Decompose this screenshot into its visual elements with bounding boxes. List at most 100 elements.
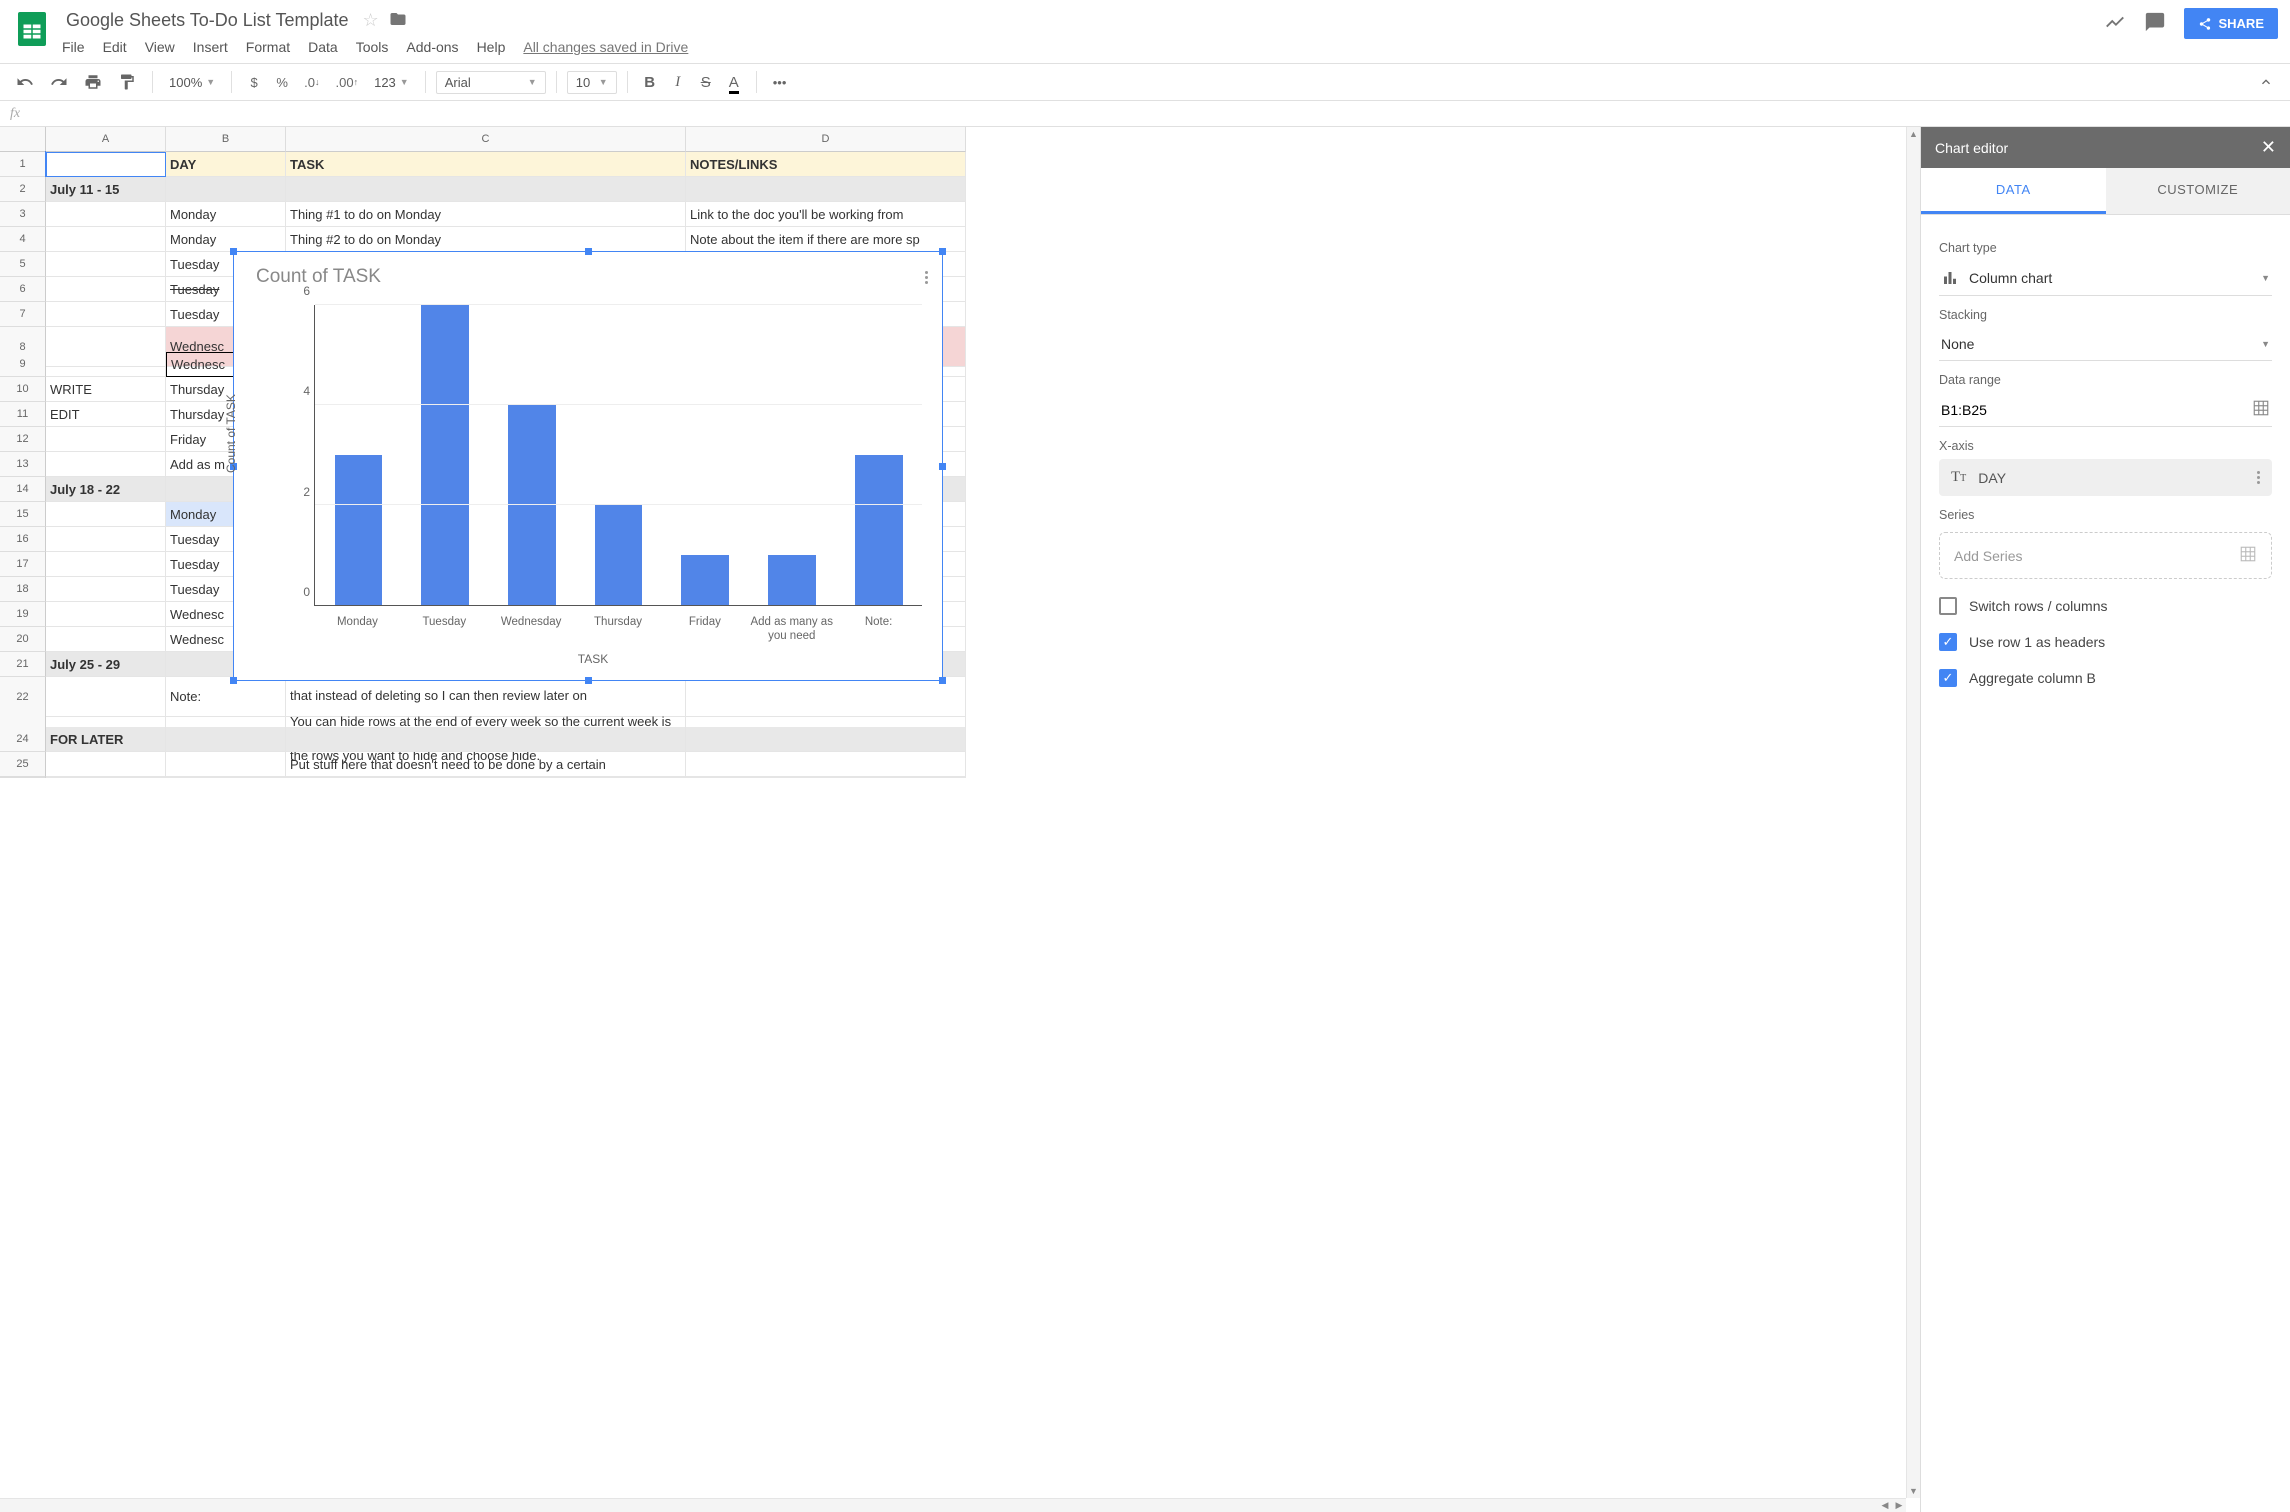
strikethrough-button[interactable]: S xyxy=(694,70,718,95)
cell[interactable]: WRITE xyxy=(46,377,166,402)
cell[interactable]: Thing #2 to do on Monday xyxy=(286,227,686,252)
xaxis-field[interactable]: TTDAY xyxy=(1939,459,2272,496)
save-status[interactable]: All changes saved in Drive xyxy=(523,39,688,55)
spreadsheet-grid[interactable]: ABCD1DAYTASKNOTES/LINKS2July 11 - 153Mon… xyxy=(0,127,1920,1512)
close-icon[interactable]: ✕ xyxy=(2261,137,2276,158)
bold-button[interactable]: B xyxy=(638,70,662,95)
chart-menu-icon[interactable] xyxy=(925,262,928,284)
cell[interactable] xyxy=(46,552,166,577)
cell[interactable] xyxy=(286,727,686,752)
vertical-scrollbar[interactable]: ▲▼ xyxy=(1906,127,1920,1498)
collapse-toolbar-button[interactable] xyxy=(2252,70,2280,94)
horizontal-scrollbar[interactable]: ◀▶ xyxy=(0,1498,1906,1512)
cell[interactable]: Note about the item if there are more sp xyxy=(686,227,966,252)
menu-insert[interactable]: Insert xyxy=(193,39,228,55)
cell[interactable]: Monday xyxy=(166,227,286,252)
row-header[interactable]: 21 xyxy=(0,652,46,677)
cell[interactable] xyxy=(46,227,166,252)
cell[interactable] xyxy=(46,302,166,327)
row-header[interactable]: 24 xyxy=(0,727,46,752)
use-row1-checkbox[interactable]: ✓Use row 1 as headers xyxy=(1939,633,2272,651)
menu-edit[interactable]: Edit xyxy=(103,39,127,55)
cell[interactable] xyxy=(46,352,166,377)
row-header[interactable]: 19 xyxy=(0,602,46,627)
cell[interactable] xyxy=(686,752,966,777)
italic-button[interactable]: I xyxy=(666,70,690,95)
text-color-button[interactable]: A xyxy=(722,70,746,95)
cell[interactable]: DAY xyxy=(166,152,286,177)
row-header[interactable]: 12 xyxy=(0,427,46,452)
formula-bar[interactable]: fx xyxy=(0,101,2290,127)
row-header[interactable]: 18 xyxy=(0,577,46,602)
row-header[interactable]: 9 xyxy=(0,352,46,377)
column-header[interactable]: C xyxy=(286,127,686,152)
percent-button[interactable]: % xyxy=(270,71,294,94)
chart-bar[interactable] xyxy=(335,455,383,605)
cell[interactable] xyxy=(46,602,166,627)
switch-rows-checkbox[interactable]: Switch rows / columns xyxy=(1939,597,2272,615)
chart-bar[interactable] xyxy=(421,305,469,605)
menu-file[interactable]: File xyxy=(62,39,85,55)
add-series-button[interactable]: Add Series xyxy=(1939,532,2272,579)
row-header[interactable]: 4 xyxy=(0,227,46,252)
cell[interactable] xyxy=(166,727,286,752)
cell[interactable] xyxy=(46,627,166,652)
cell[interactable] xyxy=(46,252,166,277)
folder-icon[interactable] xyxy=(389,10,407,31)
star-icon[interactable]: ☆ xyxy=(363,10,379,31)
cell[interactable] xyxy=(46,202,166,227)
cell[interactable]: July 18 - 22 xyxy=(46,477,166,502)
cell[interactable]: July 25 - 29 xyxy=(46,652,166,677)
cell[interactable] xyxy=(46,577,166,602)
stacking-select[interactable]: None▼ xyxy=(1939,328,2272,361)
column-header[interactable]: A xyxy=(46,127,166,152)
cell[interactable] xyxy=(286,177,686,202)
cell[interactable]: Thing #1 to do on Monday xyxy=(286,202,686,227)
row-header[interactable]: 16 xyxy=(0,527,46,552)
column-header[interactable]: D xyxy=(686,127,966,152)
menu-view[interactable]: View xyxy=(145,39,175,55)
font-dropdown[interactable]: Arial▼ xyxy=(436,71,546,94)
chart-bar[interactable] xyxy=(595,505,643,605)
row-header[interactable]: 1 xyxy=(0,152,46,177)
cell[interactable]: Link to the doc you'll be working from xyxy=(686,202,966,227)
row-header[interactable]: 17 xyxy=(0,552,46,577)
cell[interactable] xyxy=(46,502,166,527)
menu-format[interactable]: Format xyxy=(246,39,290,55)
cell[interactable] xyxy=(166,177,286,202)
data-range-input[interactable] xyxy=(1941,402,2252,418)
row-header[interactable]: 13 xyxy=(0,452,46,477)
row-header[interactable]: 7 xyxy=(0,302,46,327)
row-header[interactable]: 10 xyxy=(0,377,46,402)
sheets-logo[interactable] xyxy=(12,8,52,48)
select-range-icon[interactable] xyxy=(2252,399,2270,420)
redo-button[interactable] xyxy=(44,69,74,95)
paint-format-button[interactable] xyxy=(112,69,142,95)
cell[interactable] xyxy=(46,752,166,777)
cell[interactable]: July 11 - 15 xyxy=(46,177,166,202)
font-size-dropdown[interactable]: 10▼ xyxy=(567,71,617,94)
row-header[interactable]: 15 xyxy=(0,502,46,527)
explore-icon[interactable] xyxy=(2104,11,2126,36)
menu-help[interactable]: Help xyxy=(477,39,506,55)
cell[interactable] xyxy=(46,527,166,552)
cell[interactable]: EDIT xyxy=(46,402,166,427)
undo-button[interactable] xyxy=(10,69,40,95)
menu-addons[interactable]: Add-ons xyxy=(406,39,458,55)
tab-customize[interactable]: CUSTOMIZE xyxy=(2106,168,2290,214)
row-header[interactable]: 5 xyxy=(0,252,46,277)
menu-data[interactable]: Data xyxy=(308,39,338,55)
currency-button[interactable]: $ xyxy=(242,71,266,94)
row-header[interactable]: 6 xyxy=(0,277,46,302)
chart-bar[interactable] xyxy=(681,555,729,605)
print-button[interactable] xyxy=(78,69,108,95)
cell[interactable]: TASK xyxy=(286,152,686,177)
tab-data[interactable]: DATA xyxy=(1921,168,2106,214)
chart-type-select[interactable]: Column chart ▼ xyxy=(1939,261,2272,296)
aggregate-checkbox[interactable]: ✓Aggregate column B xyxy=(1939,669,2272,687)
number-format-dropdown[interactable]: 123▼ xyxy=(368,73,415,92)
comments-icon[interactable] xyxy=(2144,11,2166,36)
chart-object[interactable]: Count of TASK Count of TASK 0246 MondayT… xyxy=(233,251,943,681)
decrease-decimal-button[interactable]: .0↓ xyxy=(298,71,325,94)
cell[interactable]: FOR LATER xyxy=(46,727,166,752)
